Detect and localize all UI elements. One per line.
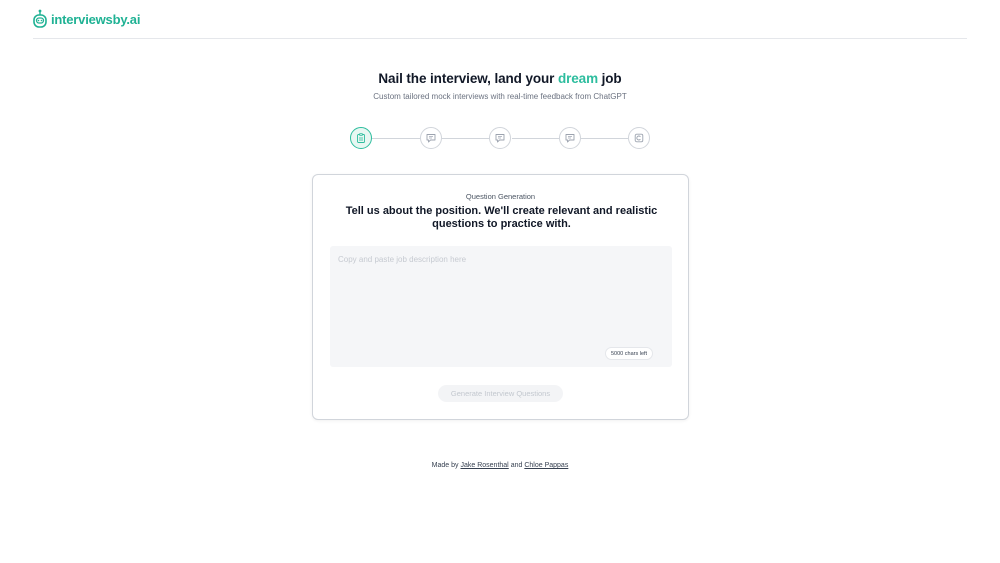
step-4[interactable] [559, 127, 581, 149]
copyright-icon [634, 133, 644, 143]
card-title: Tell us about the position. We'll create… [345, 205, 658, 230]
footer: Made by Jake Rosenthal and Chloe Pappas [0, 462, 1000, 469]
page-subtitle: Custom tailored mock interviews with rea… [373, 92, 627, 101]
step-connector [581, 137, 628, 139]
generate-questions-button[interactable]: Generate Interview Questions [438, 385, 563, 402]
step-3[interactable] [489, 127, 511, 149]
brand-name: interviewsby.ai [51, 11, 141, 27]
page-title: Nail the interview, land your dream job [0, 71, 1000, 86]
title-suffix: job [597, 71, 622, 86]
step-2[interactable] [420, 127, 442, 149]
chars-left-badge: 5000 chars left [605, 347, 654, 360]
chat-icon [495, 134, 505, 143]
chat-icon [565, 134, 575, 143]
question-generation-card: Question Generation Tell us about the po… [312, 174, 689, 420]
step-label: Question Generation [465, 192, 536, 201]
top-header: interviewsby.ai [33, 0, 967, 39]
title-prefix: Nail the interview, land your [378, 71, 558, 86]
chat-icon [426, 134, 436, 143]
clipboard-icon [357, 133, 365, 143]
title-accent: dream [557, 71, 598, 86]
step-connector [512, 137, 559, 139]
author-link-chloe[interactable]: Chloe Pappas [524, 462, 568, 469]
progress-stepper [350, 127, 650, 149]
robot-logo-icon [33, 9, 47, 28]
author-link-jake[interactable]: Jake Rosenthal [460, 462, 508, 469]
step-connector [442, 137, 490, 139]
made-by-text: Made by [431, 462, 459, 469]
step-connector [372, 137, 420, 139]
and-text: and [510, 462, 523, 469]
step-question-generation[interactable] [350, 127, 372, 149]
brand-logo[interactable]: interviewsby.ai [33, 9, 140, 29]
step-5[interactable] [628, 127, 650, 149]
